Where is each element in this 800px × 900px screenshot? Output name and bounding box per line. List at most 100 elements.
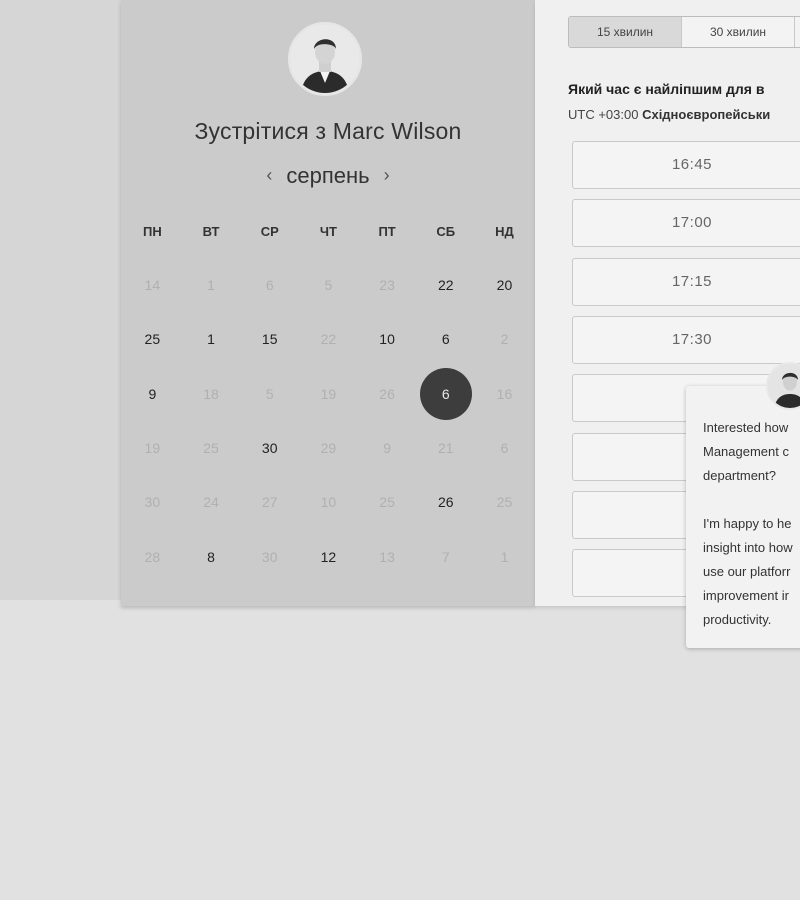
chevron-left-icon[interactable]: ‹	[266, 165, 272, 186]
calendar-week-row: 25 1 15 22 10 6 2	[123, 312, 535, 366]
calendar-day: 10	[299, 475, 358, 529]
calendar-day[interactable]: 20	[475, 258, 534, 312]
calendar-day-number: 25	[203, 440, 219, 457]
calendar-day: 6	[475, 421, 534, 475]
calendar-day-number: 1	[500, 548, 509, 565]
calendar-day-number: 23	[379, 277, 395, 294]
calendar-day[interactable]: 12	[299, 529, 358, 583]
calendar-day: 1	[182, 258, 241, 312]
calendar-day: 18	[182, 367, 241, 421]
calendar-day[interactable]: 1	[182, 312, 241, 366]
calendar-day-number: 6	[441, 331, 450, 348]
calendar-day-number: 7	[441, 548, 450, 565]
weekday-label: СР	[260, 224, 279, 239]
calendar-day: 9	[358, 421, 417, 475]
calendar-day-number: 24	[203, 494, 219, 511]
calendar-day-number: 18	[203, 385, 219, 402]
time-slot-button[interactable]: 16:45	[572, 141, 800, 189]
duration-tabs: 15 хвилин 30 хвилин	[568, 16, 800, 48]
calendar-day: 23	[358, 258, 417, 312]
calendar-day-number: 6	[265, 277, 274, 294]
calendar-day-number: 20	[496, 277, 513, 294]
calendar-day-number: 8	[207, 548, 215, 565]
calendar-day: 16	[475, 367, 534, 421]
calendar-day-number: 1	[207, 277, 215, 294]
calendar-day: 21	[416, 421, 475, 475]
chat-message: Interested how Management c department? …	[703, 420, 793, 627]
calendar-week-row: 28 8 30 12 13 7 1	[123, 529, 535, 583]
calendar-day-number: 16	[496, 385, 513, 402]
duration-tab[interactable]	[795, 17, 800, 47]
time-slot-button[interactable]: 17:15	[572, 257, 800, 306]
weekday-header: ПН ВТ СР ЧТ ПТ СБ НД	[123, 224, 535, 239]
calendar-day: 30	[123, 475, 182, 529]
calendar-day: 2	[475, 312, 534, 366]
calendar-day-number: 14	[144, 277, 161, 294]
calendar-day[interactable]: 6	[416, 312, 475, 366]
scheduler-calendar-panel: Зустрітися з Marc Wilson ‹ серпень › ПН ВТ С…	[121, 0, 535, 606]
duration-tab[interactable]: 30 хвилин	[682, 17, 795, 47]
weekday-label: ПН	[142, 224, 162, 239]
calendar-day: 7	[416, 529, 475, 583]
calendar-week-row: 19 25 30 29 9 21 6	[123, 421, 535, 475]
calendar-day[interactable]: 15	[240, 312, 299, 366]
calendar-day-number: 12	[320, 548, 337, 565]
calendar-day[interactable]: 10	[358, 312, 417, 366]
calendar-day-number: 27	[261, 494, 278, 511]
calendar-day-number: 2	[500, 331, 509, 348]
calendar-day-number: 21	[437, 440, 454, 457]
calendar-day-number: 26	[437, 494, 454, 511]
meeting-title: Зустрітися з Marc Wilson	[194, 118, 462, 144]
calendar-day[interactable]: 30	[240, 421, 299, 475]
calendar-day-number: 13	[379, 548, 395, 565]
calendar-day: 22	[299, 312, 358, 366]
calendar-day-number: 10	[379, 331, 395, 348]
calendar-week-row: 30 24 27 10 25 26 25	[123, 475, 535, 529]
timezone-label[interactable]: UTC +03:00 Східноєвропейськи	[568, 107, 770, 122]
chevron-right-icon[interactable]: ›	[384, 165, 390, 186]
calendar-day: 5	[299, 258, 358, 312]
calendar-day-number: 26	[379, 385, 395, 402]
calendar-day[interactable]: 22	[416, 258, 475, 312]
calendar-day: 25	[182, 421, 241, 475]
weekday-label: НД	[495, 224, 514, 239]
calendar-day-number: 9	[148, 385, 157, 402]
host-avatar	[288, 22, 362, 96]
calendar-day: 19	[299, 367, 358, 421]
calendar-day-selected[interactable]: 6	[416, 367, 475, 421]
calendar-day-number: 19	[144, 440, 161, 457]
calendar-day: 26	[358, 367, 417, 421]
calendar-day-number: 25	[496, 494, 513, 511]
calendar-day: 1	[475, 529, 534, 583]
calendar-day[interactable]: 25	[123, 312, 182, 366]
calendar-day-number: 1	[207, 331, 215, 348]
calendar-day-number: 5	[324, 277, 333, 294]
calendar-day-number: 22	[437, 277, 454, 294]
chat-popup[interactable]: Interested how Management c department? …	[686, 386, 800, 648]
calendar-day[interactable]: 9	[123, 367, 182, 421]
calendar-day: 25	[475, 475, 534, 529]
calendar-day-number: 25	[144, 331, 161, 348]
calendar-week-row: 14 1 6 5 23 22 20	[123, 258, 535, 312]
calendar-day-number: 28	[144, 548, 161, 565]
calendar-day: 5	[240, 367, 299, 421]
calendar-day-number: 29	[320, 440, 337, 457]
calendar-day: 24	[182, 475, 241, 529]
time-slot-button[interactable]: 17:00	[572, 199, 800, 248]
timezone-offset: UTC +03:00	[568, 107, 639, 122]
calendar-day: 13	[358, 529, 417, 583]
calendar-week-row: 9 18 5 19 26 6 16	[123, 367, 535, 421]
weekday-label: ПТ	[378, 224, 396, 239]
calendar-day-number: 30	[144, 494, 161, 511]
calendar-day: 19	[123, 421, 182, 475]
calendar-day: 6	[240, 258, 299, 312]
calendar-day-number: 5	[265, 385, 274, 402]
calendar-day[interactable]: 8	[182, 529, 241, 583]
calendar-day[interactable]: 26	[416, 475, 475, 529]
duration-tab[interactable]: 15 хвилин	[569, 17, 682, 47]
calendar-day: 27	[240, 475, 299, 529]
month-label: серпень	[286, 163, 370, 188]
time-slot-button[interactable]: 17:30	[572, 315, 800, 364]
calendar-day: 29	[299, 421, 358, 475]
calendar-day-number: 9	[383, 440, 391, 457]
